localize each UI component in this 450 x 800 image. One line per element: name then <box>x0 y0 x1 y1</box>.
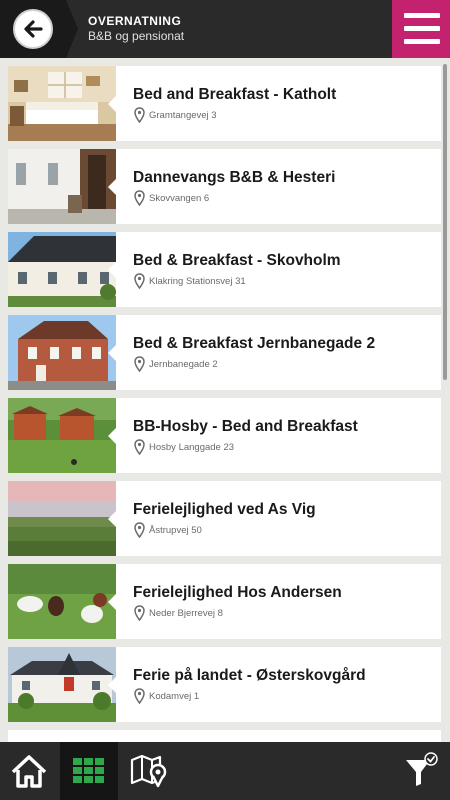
map-pin-icon <box>134 605 145 621</box>
list-item[interactable]: BB-Hosby - Bed and Breakfast Hosby Langg… <box>8 398 441 473</box>
item-thumbnail <box>8 481 116 556</box>
map-pin-icon <box>134 273 145 289</box>
item-thumbnail <box>8 66 116 141</box>
list-item[interactable]: Ferielejlighed ved As Vig Åstrupvej 50 <box>8 481 441 556</box>
map-pin-icon <box>134 688 145 704</box>
item-title: Bed & Breakfast Jernbanegade 2 <box>133 335 376 352</box>
item-address: Gramtangevej 3 <box>149 110 217 121</box>
item-title: Bed and Breakfast - Katholt <box>133 86 337 103</box>
header-titles: OVERNATNING B&B og pensionat <box>88 14 184 43</box>
header-notch <box>66 0 78 58</box>
map-pin-icon <box>134 190 145 206</box>
item-thumbnail <box>8 647 116 722</box>
home-button[interactable] <box>0 742 58 800</box>
item-title: Ferielejlighed ved As Vig <box>133 501 316 518</box>
list-item[interactable]: Ferielejlighed Hos Andersen Neder Bjerre… <box>8 564 441 639</box>
hamburger-menu-icon-bar <box>404 26 440 31</box>
map-pin-icon <box>134 522 145 538</box>
item-address: Jernbanegade 2 <box>149 359 218 370</box>
thumbnail-notch <box>108 95 117 113</box>
page-title: OVERNATNING <box>88 14 182 28</box>
thumbnail-notch <box>108 178 117 196</box>
bottom-nav <box>0 742 450 800</box>
item-thumbnail <box>8 564 116 639</box>
thumbnail-notch <box>108 676 117 694</box>
item-title: BB-Hosby - Bed and Breakfast <box>133 418 358 435</box>
item-title: Dannevangs B&B & Hesteri <box>133 169 336 186</box>
thumbnail-notch <box>108 427 117 445</box>
thumbnail-notch <box>108 510 117 528</box>
scrollbar[interactable] <box>443 64 447 380</box>
list-item[interactable]: Bed & Breakfast - Skovholm Klakring Stat… <box>8 232 441 307</box>
item-thumbnail <box>8 232 116 307</box>
filter-button[interactable] <box>392 742 450 800</box>
map-icon <box>130 754 167 788</box>
item-thumbnail <box>8 398 116 473</box>
thumbnail-notch <box>108 344 117 362</box>
item-address: Hosby Langgade 23 <box>149 442 235 453</box>
map-pin-icon <box>134 439 145 455</box>
item-address: Neder Bjerrevej 8 <box>149 608 223 619</box>
grid-view-icon <box>73 758 104 783</box>
thumbnail-notch <box>108 593 117 611</box>
map-pin-icon <box>134 356 145 372</box>
map-view-button[interactable] <box>120 742 178 800</box>
item-title: Bed & Breakfast - Skovholm <box>133 252 341 269</box>
home-icon <box>11 755 47 788</box>
item-address: Skovvangen 6 <box>149 193 210 204</box>
list-item[interactable]: Bed & Breakfast Jernbanegade 2 Jernbaneg… <box>8 315 441 390</box>
thumbnail-notch <box>108 261 117 279</box>
item-title: Ferielejlighed Hos Andersen <box>133 584 342 601</box>
hamburger-menu-icon-bar <box>404 39 440 44</box>
item-address: Klakring Stationsvej 31 <box>149 276 246 287</box>
item-title: Ferie på landet - Østerskovgård <box>133 667 366 684</box>
list-item[interactable]: Bed and Breakfast - Katholt Gramtangevej… <box>8 66 441 141</box>
back-arrow-icon[interactable] <box>13 9 53 49</box>
grid-view-button[interactable] <box>60 742 118 800</box>
map-pin-icon <box>134 107 145 123</box>
menu-button[interactable] <box>392 0 450 58</box>
list-item[interactable]: Dannevangs B&B & Hesteri Skovvangen 6 <box>8 149 441 224</box>
list-item[interactable] <box>8 730 441 742</box>
item-thumbnail <box>8 315 116 390</box>
item-address: Kodamvej 1 <box>149 691 200 702</box>
back-button[interactable] <box>0 0 66 58</box>
filter-icon <box>406 752 438 786</box>
item-thumbnail <box>8 149 116 224</box>
page-subtitle: B&B og pensionat <box>88 29 185 43</box>
item-address: Åstrupvej 50 <box>149 525 202 536</box>
list-item[interactable]: Ferie på landet - Østerskovgård Kodamvej… <box>8 647 441 722</box>
hamburger-menu-icon <box>404 13 440 18</box>
app-header: OVERNATNING B&B og pensionat <box>0 0 450 58</box>
accommodation-list[interactable]: Bed and Breakfast - Katholt Gramtangevej… <box>0 58 450 742</box>
